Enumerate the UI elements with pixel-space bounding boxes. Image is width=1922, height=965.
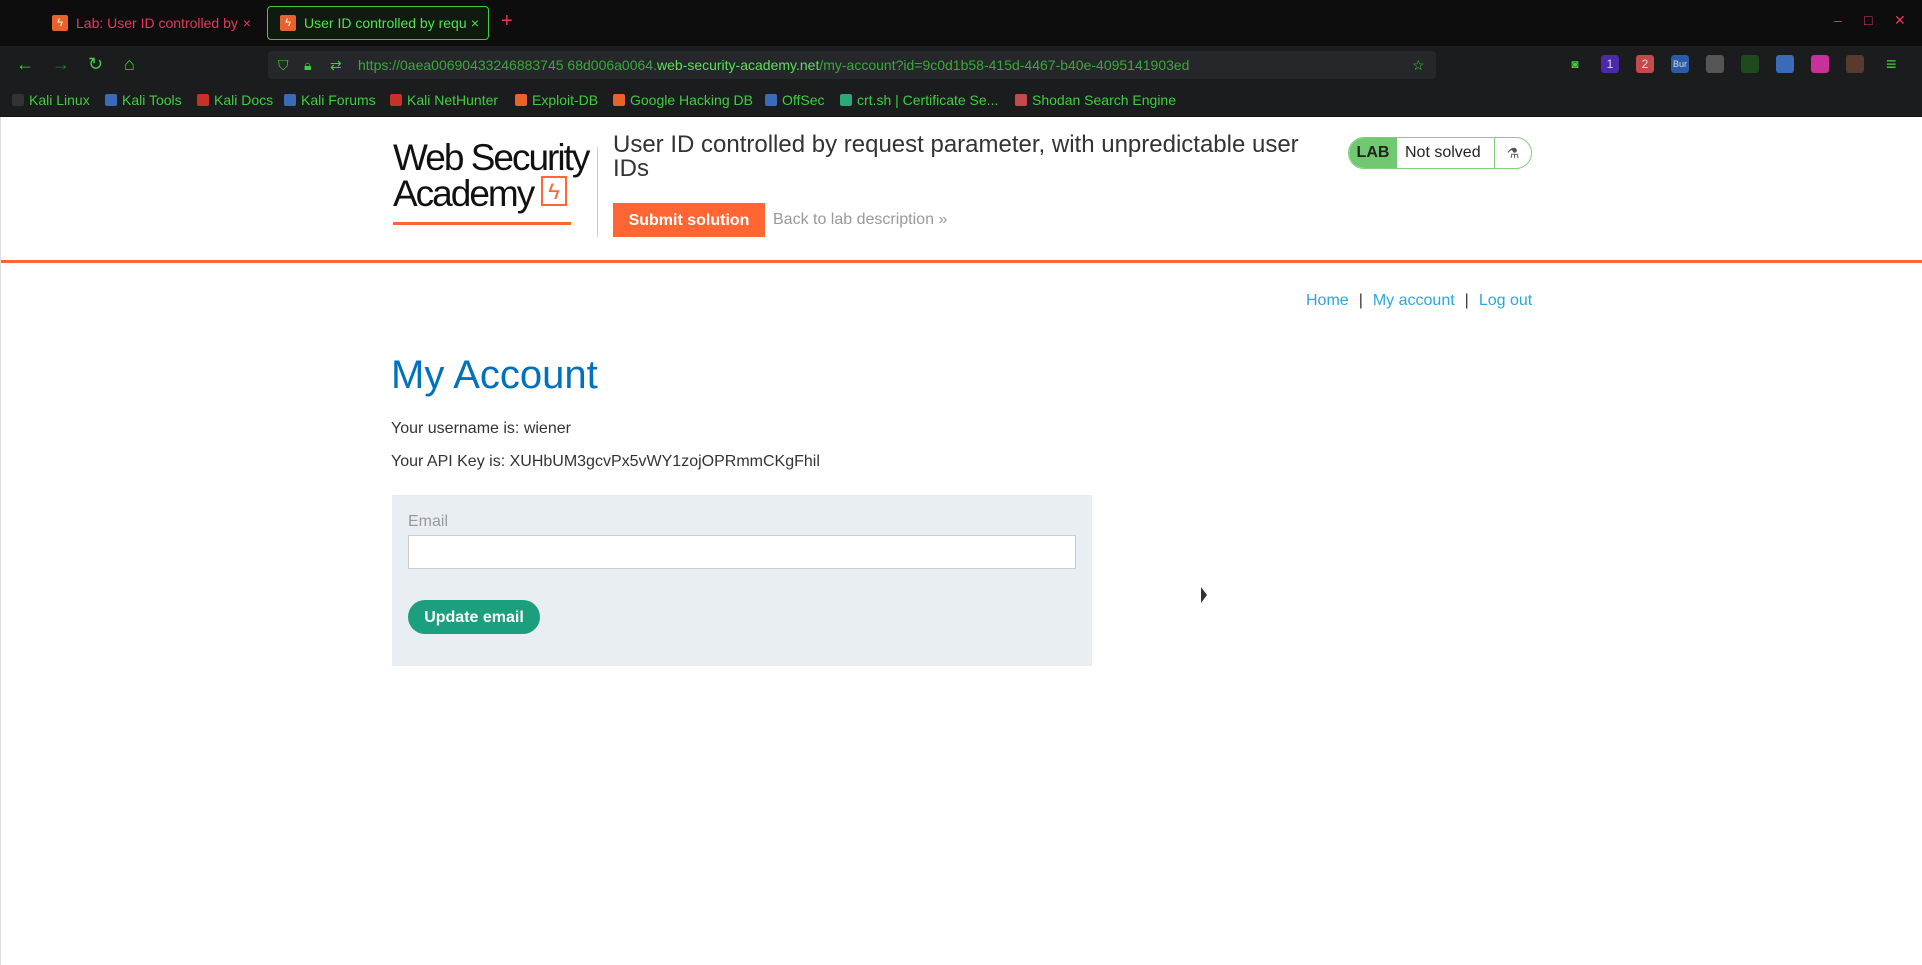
email-label: Email <box>408 513 449 530</box>
crtsh-icon <box>840 94 852 106</box>
bookmarks-bar: Kali Linux Kali Tools Kali Docs Kali For… <box>0 84 1922 117</box>
address-bar[interactable]: ⛉ 🔒︎ ⇄ https://0aea00690433246883745 68d… <box>268 51 1436 79</box>
bookmark-label: Kali Forums <box>301 92 376 108</box>
close-tab-icon[interactable]: × <box>238 15 256 31</box>
bookmark-label: Kali Linux <box>29 92 90 108</box>
extension-icon[interactable] <box>1741 55 1759 73</box>
username-line: Your username is: wiener <box>391 420 571 437</box>
tab-active-lab[interactable]: ϟ User ID controlled by requ × <box>267 6 489 40</box>
ghdb-icon <box>613 94 625 106</box>
kali-forums-icon <box>284 94 296 106</box>
url-text[interactable]: https://0aea00690433246883745 68d006a006… <box>358 57 1189 73</box>
extension-icon[interactable] <box>1776 55 1794 73</box>
bookmark-label: OffSec <box>782 92 825 108</box>
tab-strip: ϟ Lab: User ID controlled by × ϟ User ID… <box>0 0 1922 46</box>
nav-separator: | <box>1358 292 1363 309</box>
web-security-academy-logo[interactable]: Web Security Academy ϟ <box>393 137 593 225</box>
kali-tools-icon <box>105 94 117 106</box>
bookmark-shodan[interactable]: Shodan Search Engine <box>1015 92 1176 108</box>
lightning-bolt-icon: ϟ <box>541 176 567 206</box>
change-email-form: Email Update email <box>392 495 1092 666</box>
back-to-lab-description-link[interactable]: Back to lab description » <box>773 211 947 229</box>
api-key-line: Your API Key is: XUHbUM3gcvPx5vWY1zojOPR… <box>391 453 820 470</box>
email-field[interactable] <box>408 535 1076 569</box>
reload-icon[interactable]: ↻ <box>88 54 103 74</box>
logo-underline <box>393 222 571 225</box>
permissions-icon[interactable]: ⇄ <box>330 57 342 74</box>
offsec-icon <box>765 94 777 106</box>
bookmark-label: Exploit-DB <box>532 92 599 108</box>
double-chevron-icon: » <box>938 211 948 228</box>
extension-icon[interactable] <box>1846 55 1864 73</box>
burp-favicon-icon: ϟ <box>280 15 296 31</box>
minimize-button[interactable]: – <box>1834 12 1842 28</box>
shield-icon[interactable]: ⛉ <box>278 57 289 74</box>
url-domain: web-security-academy.net <box>656 57 820 73</box>
navigation-bar: ← → ↻ ⌂ ⛉ 🔒︎ ⇄ https://0aea0069043324688… <box>0 46 1922 84</box>
url-path: /my-account?id=9c0d1b58-415d-4467-b40e-4… <box>819 57 1190 73</box>
mouse-cursor-icon <box>1201 587 1213 603</box>
bookmark-exploit-db[interactable]: Exploit-DB <box>515 92 598 108</box>
lab-label: LAB <box>1349 138 1397 168</box>
new-tab-button[interactable]: + <box>501 10 513 33</box>
bookmark-offsec[interactable]: OffSec <box>765 92 825 108</box>
close-window-button[interactable]: ✕ <box>1894 12 1906 29</box>
bookmark-kali-docs[interactable]: Kali Docs <box>197 92 273 108</box>
bookmark-star-icon[interactable]: ☆ <box>1412 57 1425 74</box>
flask-icon: ⚗ <box>1494 138 1531 168</box>
lab-status-badge: LAB Not solved ⚗ <box>1348 137 1532 169</box>
lab-header: Web Security Academy ϟ User ID controlle… <box>1 117 1922 263</box>
header-divider <box>597 147 598 237</box>
bookmark-kali-forums[interactable]: Kali Forums <box>284 92 376 108</box>
bookmark-kali-linux[interactable]: Kali Linux <box>12 92 90 108</box>
extension-badge-icon[interactable]: Bur <box>1671 55 1689 73</box>
back-arrow-icon[interactable]: ← <box>16 54 34 74</box>
shodan-icon <box>1015 94 1027 106</box>
account-nav: Home | My account | Log out <box>1306 292 1532 310</box>
my-account-link[interactable]: My account <box>1373 292 1455 309</box>
menu-icon[interactable]: ≡ <box>1886 54 1897 74</box>
extension-icon[interactable] <box>1706 55 1724 73</box>
log-out-link[interactable]: Log out <box>1479 292 1532 309</box>
page-title: My Account <box>391 353 598 397</box>
lab-status-text: Not solved <box>1405 144 1481 161</box>
kali-docs-icon <box>197 94 209 106</box>
nethunter-icon <box>390 94 402 106</box>
browser-window: ϟ Lab: User ID controlled by × ϟ User ID… <box>0 0 1922 965</box>
submit-solution-button[interactable]: Submit solution <box>613 203 765 237</box>
back-link-label: Back to lab description <box>773 211 934 228</box>
pocket-icon[interactable]: ◙ <box>1566 55 1584 73</box>
close-tab-icon[interactable]: × <box>466 15 484 31</box>
kali-dragon-icon <box>12 94 24 106</box>
bookmark-kali-tools[interactable]: Kali Tools <box>105 92 182 108</box>
url-prefix: https://0aea00690433246883745 68d006a006… <box>358 57 657 73</box>
bookmark-label: Google Hacking DB <box>630 92 753 108</box>
nav-separator: | <box>1464 292 1469 309</box>
tab-title: Lab: User ID controlled by <box>76 15 238 31</box>
bookmark-label: crt.sh | Certificate Se... <box>857 92 999 108</box>
bookmark-crtsh[interactable]: crt.sh | Certificate Se... <box>840 92 998 108</box>
bookmark-google-hacking-db[interactable]: Google Hacking DB <box>613 92 753 108</box>
extension-icon[interactable] <box>1811 55 1829 73</box>
exploit-db-icon <box>515 94 527 106</box>
extension-badge-icon[interactable]: 1 <box>1601 55 1619 73</box>
bookmark-label: Kali NetHunter <box>407 92 499 108</box>
extension-badge-icon[interactable]: 2 <box>1636 55 1654 73</box>
bookmark-label: Shodan Search Engine <box>1032 92 1176 108</box>
tab-title: User ID controlled by requ <box>304 15 466 31</box>
bookmark-label: Kali Tools <box>122 92 182 108</box>
bookmark-kali-nethunter[interactable]: Kali NetHunter <box>390 92 498 108</box>
tab-lab-description[interactable]: ϟ Lab: User ID controlled by × <box>40 6 260 40</box>
web-page: Web Security Academy ϟ User ID controlle… <box>0 117 1922 965</box>
home-icon[interactable]: ⌂ <box>124 54 135 74</box>
forward-arrow-icon[interactable]: → <box>52 54 70 74</box>
lab-title: User ID controlled by request parameter,… <box>613 131 1299 182</box>
maximize-button[interactable]: □ <box>1864 12 1872 28</box>
burp-favicon-icon: ϟ <box>52 15 68 31</box>
lock-icon[interactable]: 🔒︎ <box>304 57 311 74</box>
home-link[interactable]: Home <box>1306 292 1349 309</box>
bookmark-label: Kali Docs <box>214 92 274 108</box>
logo-line-2: Academy <box>393 173 535 214</box>
update-email-button[interactable]: Update email <box>408 600 540 634</box>
